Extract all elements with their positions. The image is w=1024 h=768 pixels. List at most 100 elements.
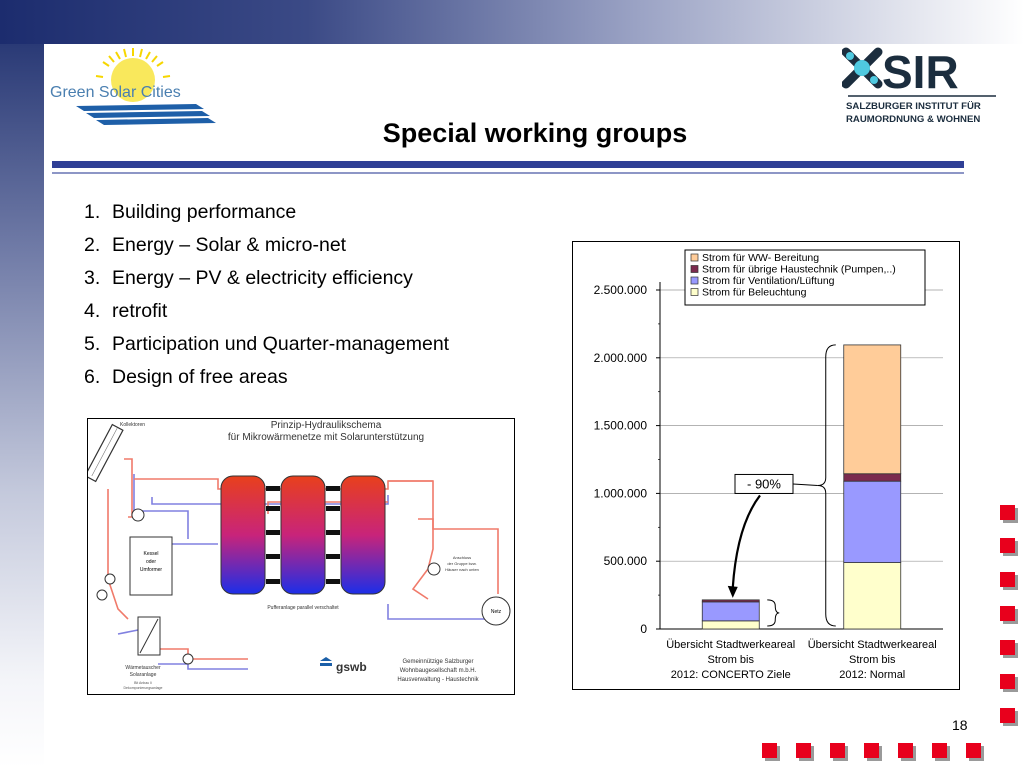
arrow-head	[727, 585, 738, 598]
bar-segment	[701, 599, 760, 603]
list-item: 6. Design of free areas	[84, 363, 449, 396]
heat-exchanger-label-1: Wärmetauscher	[125, 665, 161, 671]
connection-label-1: Anschluss	[453, 555, 471, 560]
annotation-connector	[792, 483, 818, 486]
buffer-tank	[280, 475, 326, 595]
bar-segment	[701, 620, 760, 630]
brace-right	[817, 344, 836, 627]
y-tick-label: 0	[640, 622, 647, 636]
buffer-tank	[340, 475, 386, 595]
pump-icon	[96, 589, 108, 601]
heat-exchanger-label-2: Solaranlage	[130, 672, 157, 678]
title-rule	[52, 161, 964, 168]
boiler-label-2: oder	[146, 559, 156, 565]
connection-label-2: der Gruppe bzw.	[447, 561, 476, 566]
bar-segment	[843, 480, 902, 563]
legend-swatch	[690, 276, 699, 285]
red-square-icon	[932, 743, 950, 761]
list-item: 3. Energy – PV & electricity efficiency	[84, 264, 449, 297]
list-item: 1. Building performance	[84, 198, 449, 231]
connection-label-3: Häuser nach unten	[445, 567, 479, 572]
annotation-arrow	[731, 494, 761, 588]
gsc-logo-text: Green Solar Cities	[50, 84, 181, 101]
boiler-label-3: Umformer	[140, 567, 163, 573]
list-item-text: Energy – PV & electricity efficiency	[112, 267, 413, 289]
y-tick-label: 2.000.000	[594, 351, 648, 365]
legend-swatch	[690, 288, 699, 296]
legend-label: Strom für WW- Bereitung	[702, 252, 819, 264]
left-gradient-band	[0, 44, 44, 768]
collectors-label: Kollektoren	[120, 422, 145, 428]
brace-left	[767, 599, 780, 627]
list-item: 2. Energy – Solar & micro-net	[84, 231, 449, 264]
red-square-icon	[966, 743, 984, 761]
red-square-icon	[1000, 538, 1018, 556]
gswb-logo: gswb	[320, 657, 367, 674]
list-item-number: 1.	[84, 201, 101, 223]
list-item-text: Energy – Solar & micro-net	[112, 234, 347, 256]
heat-exchanger-small-2: Dekomponierungsanlage	[124, 686, 163, 690]
sir-cross-icon	[842, 47, 883, 89]
red-square-icon	[762, 743, 780, 761]
collector-panel-icon	[88, 423, 124, 483]
gswb-line3: Hausverwaltung - Haustechnik	[397, 677, 479, 683]
buffer-tank	[220, 475, 266, 595]
list-item-number: 3.	[84, 267, 101, 289]
heat-exchanger-small-1: Bit Anbau Ii	[134, 681, 152, 685]
list-item-text: Design of free areas	[112, 366, 288, 388]
list-item-number: 2.	[84, 234, 101, 256]
list-item-text: Building performance	[112, 201, 297, 223]
legend-label: Strom für Ventilation/Lüftung	[702, 275, 835, 287]
gswb-line2: Wohnbaugesellschaft m.b.H.	[400, 668, 477, 674]
buffer-tanks	[220, 475, 386, 595]
legend-label: Strom für übrige Haustechnik (Pumpen,..)	[702, 264, 896, 276]
red-square-icon	[898, 743, 916, 761]
page-number: 18	[952, 717, 968, 733]
hydraulic-schematic: Kollektoren Prinzip-Hydraulikschema für …	[87, 418, 515, 695]
electricity-chart: 0 500.000 1.000.000 1.500.000 2.000.000 2.500…	[572, 241, 960, 690]
sir-line1: SALZBURGER INSTITUT FÜR	[846, 101, 981, 112]
red-square-icon	[1000, 606, 1018, 624]
boiler-label-1: Kessel	[143, 551, 158, 557]
solar-panel-stripes-icon	[76, 104, 216, 125]
bar-segment	[843, 473, 902, 482]
bar-segment	[843, 344, 902, 475]
red-square-icon	[830, 743, 848, 761]
heat-exchanger-icon	[137, 616, 161, 656]
x-tick-label: Übersicht Stadtwerkeareal	[808, 639, 937, 651]
red-square-icon	[1000, 505, 1018, 523]
list-item-text: retrofit	[112, 300, 168, 322]
red-square-icon	[1000, 674, 1018, 692]
annotation-label: - 90%	[747, 476, 781, 491]
y-tick-label: 500.000	[604, 554, 648, 568]
x-tick-label: 2012: CONCERTO Ziele	[671, 669, 791, 681]
slide-title: Special working groups	[382, 118, 688, 148]
legend-label: Strom für Beleuchtung	[702, 287, 807, 299]
sir-line2: RAUMORDNUNG & WOHNEN	[846, 114, 980, 125]
hydraulic-title-line2: für Mikrowärmenetze mit Solarunterstützu…	[228, 432, 424, 443]
list-item-number: 4.	[84, 300, 101, 322]
list-item-number: 6.	[84, 366, 101, 388]
pump-icon	[104, 573, 116, 585]
pump-icon	[427, 562, 441, 576]
boiler-icon: Kessel oder Umformer	[129, 536, 173, 596]
red-square-icon	[1000, 708, 1018, 726]
top-gradient-band	[0, 0, 1024, 44]
red-square-icon	[864, 743, 882, 761]
green-solar-cities-logo: Green Solar Cities	[50, 48, 216, 125]
pump-icon	[182, 653, 194, 665]
y-tick-label: 1.000.000	[594, 486, 648, 500]
sir-logo: SIR SALZBURGER INSTITUT FÜR RAUMORDNUNG …	[842, 46, 996, 125]
buffer-label: Pufferanlage parallel verschaltet	[267, 605, 339, 611]
sir-letters: SIR	[882, 46, 959, 98]
gswb-logo-text: gswb	[336, 660, 367, 674]
red-square-icon	[1000, 572, 1018, 590]
list-item: 4. retrofit	[84, 297, 449, 330]
grid-label: Netz	[491, 609, 502, 615]
y-tick-label: 1.500.000	[594, 419, 648, 433]
bar-segment	[843, 562, 902, 630]
legend-swatch	[690, 265, 699, 273]
pump-icon	[131, 508, 145, 522]
gswb-line1: Gemeinnützige Salzburger	[402, 659, 473, 665]
bar-segment	[701, 601, 760, 622]
